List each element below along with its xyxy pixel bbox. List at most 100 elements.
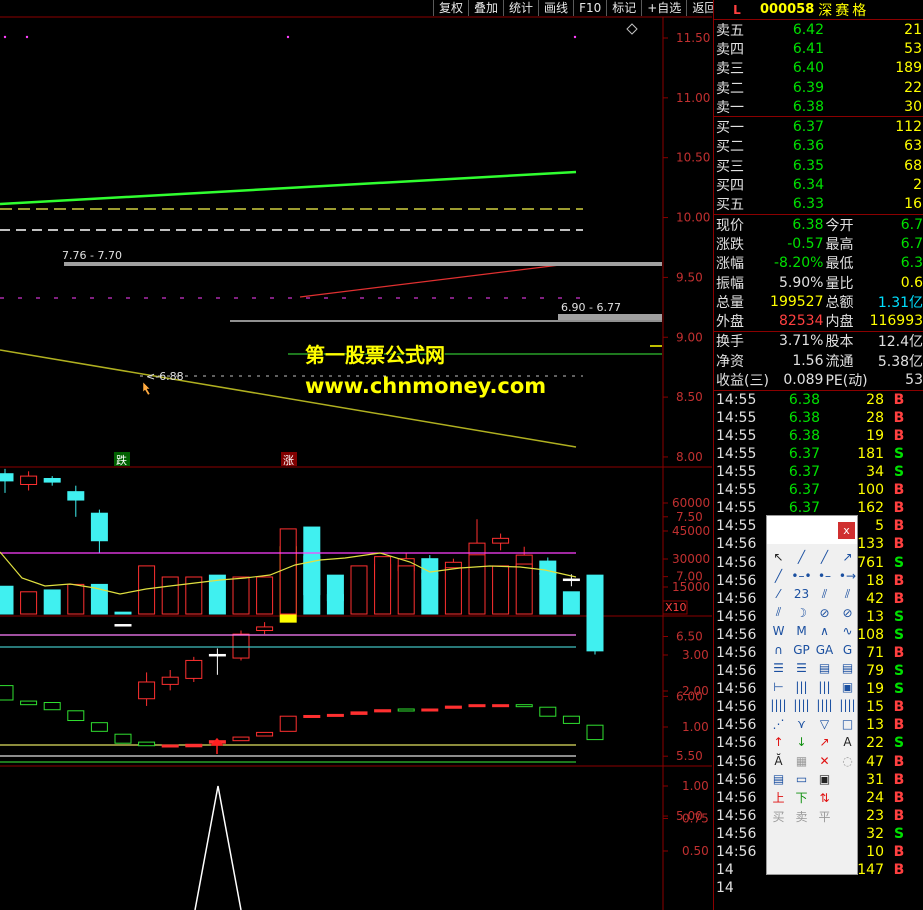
- drawing-tool-icon[interactable]: G: [836, 641, 859, 660]
- drawing-tool-icon[interactable]: ⫽: [767, 604, 790, 623]
- drawing-tool-icon[interactable]: A: [836, 733, 859, 752]
- drawing-tool-icon[interactable]: •→: [836, 567, 859, 586]
- axis-label: 11.50: [676, 31, 710, 45]
- drawing-tool-icon[interactable]: □: [836, 715, 859, 734]
- tick-row: 14: [714, 879, 923, 897]
- volume-bar: [586, 574, 604, 615]
- drawing-tool-icon[interactable]: 上: [767, 789, 790, 808]
- drawing-tool-icon[interactable]: GA: [813, 641, 836, 660]
- drawing-tool-icon[interactable]: ╱: [813, 548, 836, 567]
- bids-row[interactable]: 买五 6.33 16: [714, 195, 923, 214]
- drawing-tool-icon[interactable]: ▤: [767, 770, 790, 789]
- kline-chart-area[interactable]: 11.50 11.00 10.50 10.00 9.50 9.00 8.50 8.00 7.50…: [0, 0, 712, 910]
- asks-row[interactable]: 卖二 6.39 22: [714, 78, 923, 97]
- drawing-tool-icon[interactable]: ╱: [767, 567, 790, 586]
- tick-side: B: [893, 409, 905, 426]
- drawing-tool-icon[interactable]: ⇅: [813, 789, 836, 808]
- stat-row: 现价 6.38 今开 6.7: [714, 215, 923, 234]
- bids-row[interactable]: 买一 6.37 112: [714, 117, 923, 136]
- drawing-tool-icon[interactable]: ||||: [790, 696, 813, 715]
- asks-price: 6.40: [792, 60, 824, 77]
- drawing-tool-icon[interactable]: Ă: [767, 752, 790, 771]
- bids-row[interactable]: 买二 6.36 63: [714, 137, 923, 156]
- drawing-tool-icon[interactable]: ⁄: [767, 585, 790, 604]
- palette-close-button[interactable]: x: [838, 522, 855, 539]
- drawing-tool-icon[interactable]: |||: [813, 678, 836, 697]
- drawing-tool-icon[interactable]: ▣: [836, 678, 859, 697]
- drawing-tool-icon[interactable]: ⫽: [813, 585, 836, 604]
- drawing-tool-icon[interactable]: ↑: [767, 733, 790, 752]
- volume-bar: [539, 572, 557, 615]
- indicator-bar: [303, 714, 321, 718]
- drawing-tool-icon[interactable]: ▣: [813, 770, 836, 789]
- drawing-tool-icon[interactable]: ☰: [767, 659, 790, 678]
- drawing-tool-icon[interactable]: 卖: [790, 807, 813, 826]
- drawing-tool-icon[interactable]: ☽: [790, 604, 813, 623]
- drawing-tool-icon[interactable]: ||||: [813, 696, 836, 715]
- asks-row[interactable]: 卖四 6.41 53: [714, 39, 923, 58]
- drawing-tool-icon[interactable]: ▤: [836, 659, 859, 678]
- drawing-tool-icon[interactable]: ◌: [836, 752, 859, 771]
- drawing-tool-icon[interactable]: ▭: [790, 770, 813, 789]
- drawing-tool-icon[interactable]: ⋰: [767, 715, 790, 734]
- drawing-tool-icon[interactable]: |||: [790, 678, 813, 697]
- drawing-tool-icon[interactable]: W: [767, 622, 790, 641]
- toolbar-button[interactable]: 统计: [503, 0, 538, 16]
- drawing-tool-icon[interactable]: ↖: [767, 548, 790, 567]
- indicator-bar: [539, 706, 557, 717]
- drawing-tool-icon[interactable]: ↗: [813, 733, 836, 752]
- drawing-tool-icon[interactable]: ↗: [836, 548, 859, 567]
- diamond-icon[interactable]: [626, 23, 638, 35]
- drawing-tool-icon[interactable]: ☰: [790, 659, 813, 678]
- asks-row[interactable]: 卖一 6.38 30: [714, 97, 923, 116]
- bids-row[interactable]: 买三 6.35 68: [714, 156, 923, 175]
- axis-label: 3.00: [682, 648, 709, 662]
- tick-time: 14:56: [716, 554, 757, 571]
- toolbar-button[interactable]: F10: [573, 0, 606, 16]
- stat-label: 量比: [825, 275, 854, 292]
- drawing-tool-icon[interactable]: GP: [790, 641, 813, 660]
- toolbar-button[interactable]: 标记: [606, 0, 641, 16]
- drawing-tool-icon[interactable]: 23: [790, 585, 813, 604]
- drawing-tool-icon[interactable]: ∩: [767, 641, 790, 660]
- indicator-bar: [256, 731, 274, 737]
- drawing-tool-icon[interactable]: ⫽: [836, 585, 859, 604]
- drawing-tool-icon[interactable]: ✕: [813, 752, 836, 771]
- drawing-tool-icon[interactable]: ∿: [836, 622, 859, 641]
- tick-side: B: [893, 844, 905, 861]
- axis-label: 7.50: [676, 510, 703, 524]
- indicator-bar: [20, 700, 38, 706]
- drawing-tool-icon[interactable]: 平: [813, 807, 836, 826]
- tick-row: 14:55 6.37 181 S: [714, 445, 923, 463]
- toolbar-button[interactable]: 复权: [433, 0, 468, 16]
- palette-header[interactable]: x: [767, 516, 857, 544]
- bids-row[interactable]: 买四 6.34 2: [714, 175, 923, 194]
- drawing-tool-icon[interactable]: •–: [813, 567, 836, 586]
- asks-row[interactable]: 卖五 6.42 21: [714, 20, 923, 39]
- drawing-tool-icon[interactable]: ⊘: [813, 604, 836, 623]
- drawing-tool-icon[interactable]: ╱: [790, 548, 813, 567]
- toolbar-button[interactable]: +自选: [641, 0, 686, 16]
- drawing-tool-icon[interactable]: ▽: [813, 715, 836, 734]
- drawing-tool-icon[interactable]: ↓: [790, 733, 813, 752]
- drawing-tool-icon[interactable]: ||||: [836, 696, 859, 715]
- drawing-tool-icon[interactable]: ∧: [813, 622, 836, 641]
- drawing-tool-icon[interactable]: M: [790, 622, 813, 641]
- stock-name[interactable]: 深赛格: [818, 0, 869, 20]
- drawing-tool-icon[interactable]: 下: [790, 789, 813, 808]
- stock-code[interactable]: 000058: [760, 2, 814, 17]
- chart-toolbar: 复权 叠加 统计 画线 F10 标记 +自选 返回: [433, 0, 722, 16]
- drawing-tool-icon[interactable]: ⊘: [836, 604, 859, 623]
- indicator-bar: [232, 736, 250, 742]
- drawing-tool-icon[interactable]: 买: [767, 807, 790, 826]
- drawing-tool-icon[interactable]: ⋎: [790, 715, 813, 734]
- toolbar-button[interactable]: 叠加: [468, 0, 503, 16]
- drawing-tool-icon[interactable]: ▤: [813, 659, 836, 678]
- drawing-tool-icon[interactable]: •–•: [790, 567, 813, 586]
- tick-time: 14:55: [716, 409, 757, 426]
- toolbar-button[interactable]: 画线: [538, 0, 573, 16]
- drawing-tool-icon[interactable]: ||||: [767, 696, 790, 715]
- asks-row[interactable]: 卖三 6.40 189: [714, 59, 923, 78]
- drawing-tool-icon[interactable]: ▦: [790, 752, 813, 771]
- drawing-tool-icon[interactable]: ⊢: [767, 678, 790, 697]
